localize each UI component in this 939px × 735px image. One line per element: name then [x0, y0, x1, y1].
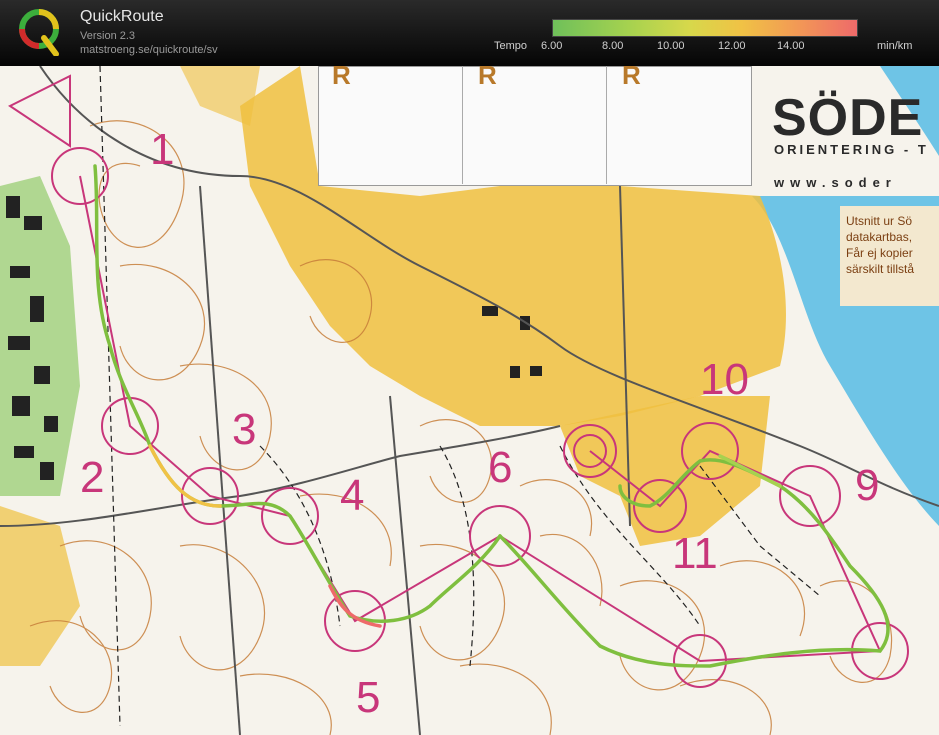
- pace-unit-label: min/km: [877, 40, 913, 52]
- open-land-area: [180, 66, 260, 126]
- control-number: 3: [232, 405, 257, 454]
- orienteering-map[interactable]: R R R SÖDE ORIENTERING - T www.soder Uts…: [0, 66, 939, 735]
- legend-letter: R: [478, 66, 497, 90]
- control-number: 10: [700, 355, 749, 404]
- control-number: 11: [672, 529, 718, 578]
- note-line: Får ej kopier: [846, 246, 913, 260]
- legend-letter: R: [622, 66, 641, 90]
- note-line: datakartbas,: [846, 230, 913, 244]
- sponsor-subtitle: ORIENTERING - T: [774, 142, 929, 157]
- sponsor-name: SÖDE: [772, 89, 924, 147]
- app-header: QuickRoute Version 2.3 matstroeng.se/qui…: [0, 0, 939, 66]
- sponsor-web: www.soder: [774, 175, 897, 190]
- app-url: matstroeng.se/quickroute/sv: [80, 44, 218, 56]
- note-line: särskilt tillstå: [846, 262, 915, 276]
- note-line: Utsnitt ur Sö: [846, 214, 913, 228]
- pace-tick-label: 12.00: [718, 40, 746, 52]
- control-number: 4: [340, 471, 365, 520]
- description-divider: [606, 66, 607, 184]
- pace-scale-bar: [552, 19, 858, 37]
- description-divider: [462, 66, 463, 184]
- control-number: 9: [855, 461, 880, 510]
- quickroute-logo-icon: [19, 9, 59, 56]
- control-number: 1: [150, 125, 175, 174]
- copyright-note: Utsnitt ur Sö datakartbas, Får ej kopier…: [840, 206, 939, 306]
- control-number: 5: [356, 673, 381, 722]
- control-number: 6: [488, 443, 513, 492]
- control-number: 2: [80, 453, 105, 502]
- pace-tick-label: 6.00: [541, 40, 563, 52]
- app-title: QuickRoute: [80, 8, 164, 25]
- pace-tick-label: 8.00: [602, 40, 624, 52]
- open-land-area: [0, 506, 80, 666]
- pace-tick-label: 10.00: [657, 40, 685, 52]
- legend-letter: R: [332, 66, 351, 90]
- pace-tick-label: 14.00: [777, 40, 805, 52]
- app-version: Version 2.3: [80, 30, 136, 42]
- pace-scale-label: Tempo: [494, 40, 528, 52]
- description-panel: [318, 66, 752, 186]
